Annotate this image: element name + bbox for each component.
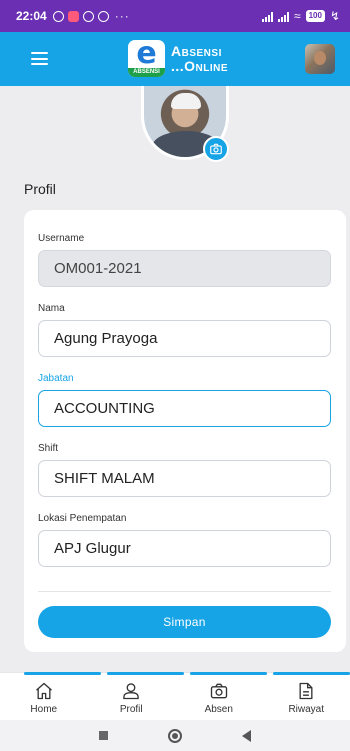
nama-label: Nama [38, 303, 65, 314]
camera-icon [210, 143, 222, 155]
tab-accent-bars [24, 672, 350, 676]
whatsapp-icon [82, 10, 94, 22]
wifi-icon: ≈ [293, 9, 301, 23]
nav-label-profil: Profil [119, 704, 143, 715]
save-button[interactable]: Simpan [38, 606, 331, 638]
username-label: Username [38, 233, 85, 244]
change-photo-button[interactable] [203, 136, 229, 162]
nav-label-home: Home [30, 704, 58, 715]
section-title: Profil [24, 181, 56, 197]
shift-field[interactable]: SHIFT MALAM [38, 460, 331, 497]
alarm-icon [52, 10, 64, 22]
app-title-line1: Absensi [171, 42, 222, 59]
more-notifications: ··· [114, 9, 130, 23]
username-field: OM001-2021 [38, 250, 331, 287]
menu-icon[interactable] [31, 52, 48, 65]
charging-icon: ↯ [329, 9, 340, 23]
logo-letter: e [136, 40, 157, 71]
profile-content: Profil Username OM001-2021 Nama Agung Pr… [0, 86, 350, 672]
lokasi-label: Lokasi Penempatan [38, 513, 127, 524]
notification-icon [97, 10, 109, 22]
nav-item-absen[interactable]: Absen [175, 673, 263, 720]
back-button[interactable] [242, 729, 251, 742]
form-divider [38, 591, 331, 592]
signal-2-icon [277, 11, 289, 22]
nama-field[interactable]: Agung Prayoga [38, 320, 331, 357]
nav-item-home[interactable]: Home [0, 673, 88, 720]
system-nav-bar [0, 720, 350, 751]
battery-icon: 100 [305, 10, 325, 22]
status-time: 22:04 [16, 9, 47, 23]
app-title-line2: ...Online [171, 57, 229, 74]
header-avatar[interactable] [305, 44, 335, 74]
jabatan-label: Jabatan [38, 373, 74, 384]
logo-badge: e ABSENSI [128, 40, 165, 77]
app-title: Absensi ...Online [171, 42, 229, 74]
jabatan-field[interactable]: ACCOUNTING [38, 390, 331, 427]
camera-icon [210, 683, 227, 699]
nav-item-profil[interactable]: Profil [88, 673, 176, 720]
bottom-nav: Home Profil Absen Riwayat [0, 672, 350, 720]
home-icon [35, 682, 52, 700]
app-bar: e ABSENSI Absensi ...Online [0, 32, 350, 86]
lokasi-field[interactable]: APJ Glugur [38, 530, 331, 567]
profile-form-card: Username OM001-2021 Nama Agung Prayoga J… [24, 210, 346, 652]
nav-item-riwayat[interactable]: Riwayat [263, 673, 350, 720]
nav-label-absen: Absen [204, 704, 233, 715]
recents-button[interactable] [99, 731, 108, 740]
user-icon [123, 683, 139, 700]
signal-icon [261, 11, 273, 22]
logo-strip: ABSENSI [128, 68, 165, 77]
app-logo: e ABSENSI Absensi ...Online [128, 40, 228, 77]
document-icon [299, 682, 313, 700]
shift-label: Shift [38, 443, 59, 454]
nav-label-riwayat: Riwayat [288, 704, 325, 715]
home-button[interactable] [168, 728, 182, 743]
notification-icons [52, 10, 109, 22]
status-bar: 22:04 ··· ≈ 100 ↯ [0, 0, 350, 32]
heart-app-icon [67, 10, 79, 22]
